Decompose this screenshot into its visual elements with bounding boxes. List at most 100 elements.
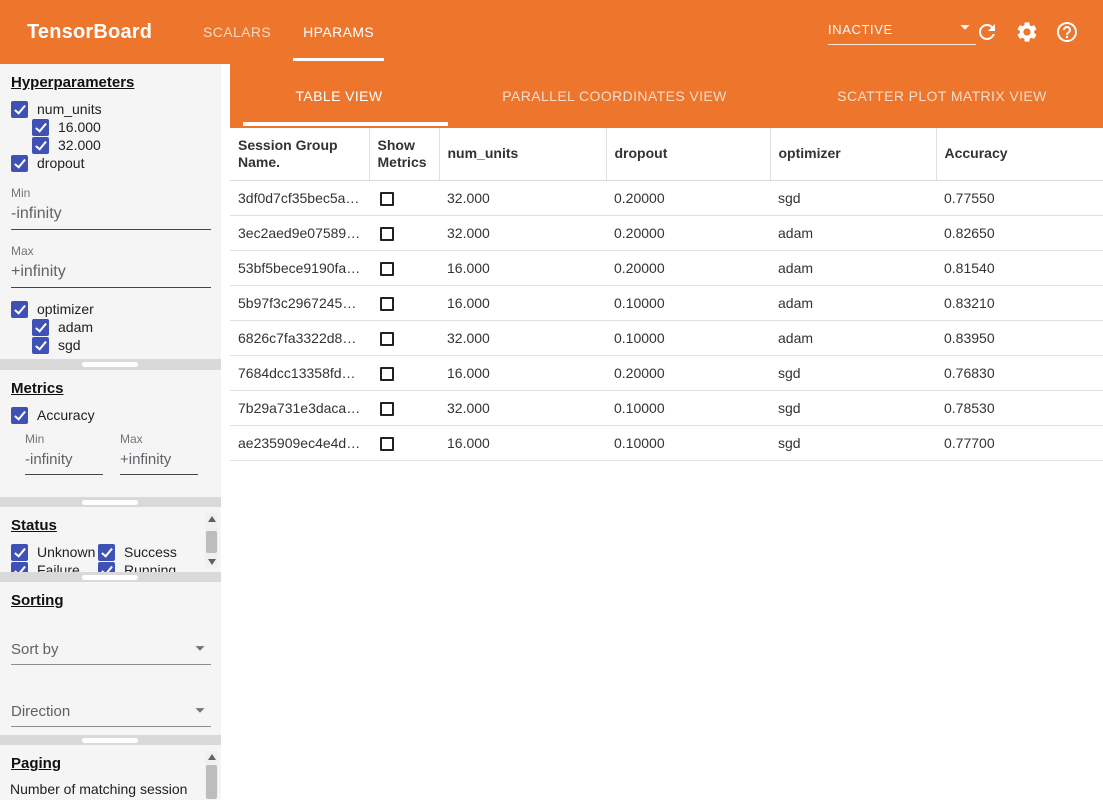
min-input[interactable]: -infinity: [25, 446, 103, 475]
checkbox-label: Running: [124, 562, 176, 572]
paging-scrollbar[interactable]: [205, 751, 218, 796]
show-metrics-checkbox[interactable]: [380, 402, 394, 416]
view-tab[interactable]: TABLE VIEW: [230, 64, 448, 128]
checked-checkbox[interactable]: [32, 119, 49, 136]
column-header[interactable]: Session Group Name.: [230, 128, 369, 180]
hyperparameter-item: num_units: [11, 100, 211, 118]
refresh-icon[interactable]: [975, 20, 999, 44]
status-scrollbar[interactable]: [205, 513, 218, 568]
sorting-heading: Sorting: [11, 592, 211, 609]
show-metrics-checkbox[interactable]: [380, 227, 394, 241]
optimizer-cell: adam: [770, 250, 936, 285]
checked-checkbox[interactable]: [98, 562, 115, 573]
table-row: 5b97f3c2967245b… 16.000 0.10000 adam 0.8…: [230, 285, 1103, 320]
scroll-up-icon[interactable]: [208, 754, 216, 760]
checked-checkbox[interactable]: [11, 562, 28, 573]
view-tab[interactable]: SCATTER PLOT MATRIX VIEW: [781, 64, 1103, 128]
checkbox-label: optimizer: [37, 301, 94, 317]
checked-checkbox[interactable]: [11, 101, 28, 118]
show-metrics-checkbox[interactable]: [380, 332, 394, 346]
checked-checkbox[interactable]: [98, 544, 115, 561]
dropout-cell: 0.20000: [606, 355, 770, 390]
show-metrics-checkbox[interactable]: [380, 262, 394, 276]
matching-groups-text: Number of matching session groups: 8: [10, 781, 195, 800]
checked-checkbox[interactable]: [32, 137, 49, 154]
accuracy-cell: 0.77700: [936, 425, 1103, 460]
table-body: 3df0d7cf35bec5a… 32.000 0.20000 sgd 0.77…: [230, 180, 1103, 460]
checked-checkbox[interactable]: [32, 337, 49, 354]
toolbar-actions: [975, 20, 1079, 44]
optimizer-cell: sgd: [770, 355, 936, 390]
direction-dropdown[interactable]: Direction: [11, 697, 211, 727]
sidebar-gutter: [221, 64, 230, 800]
nav-tab[interactable]: SCALARS: [187, 0, 287, 64]
hyperparameter-item: dropout: [11, 154, 211, 172]
table-header-row: Session Group Name. Show Metrics num_uni…: [230, 128, 1103, 180]
checked-checkbox[interactable]: [32, 319, 49, 336]
table-row: 7b29a731e3daca… 32.000 0.10000 sgd 0.785…: [230, 390, 1103, 425]
show-metrics-checkbox[interactable]: [380, 192, 394, 206]
paging-section: Paging Number of matching session groups…: [0, 745, 221, 800]
column-header[interactable]: dropout: [606, 128, 770, 180]
session-group-name: 53bf5bece9190fa…: [230, 250, 369, 285]
caret-down-icon: [954, 16, 976, 43]
status-heading: Status: [11, 517, 211, 534]
section-resize-handle[interactable]: [82, 738, 138, 743]
scroll-up-icon[interactable]: [208, 516, 216, 522]
max-input[interactable]: +infinity: [11, 258, 211, 288]
optimizer-cell: sgd: [770, 390, 936, 425]
main-content: TABLE VIEW PARALLEL COORDINATES VIEW SCA…: [230, 64, 1103, 800]
column-header[interactable]: Accuracy: [936, 128, 1103, 180]
max-label: Max: [120, 432, 197, 446]
scrollbar-thumb[interactable]: [206, 531, 217, 553]
table-row: 6826c7fa3322d82… 32.000 0.10000 adam 0.8…: [230, 320, 1103, 355]
show-metrics-checkbox[interactable]: [380, 437, 394, 451]
num-units-cell: 16.000: [439, 250, 606, 285]
checked-checkbox[interactable]: [11, 301, 28, 318]
caret-down-icon: [189, 699, 211, 725]
checkbox-label: sgd: [58, 337, 81, 353]
view-tab[interactable]: PARALLEL COORDINATES VIEW: [448, 64, 781, 128]
session-group-name: 7684dcc13358fd0…: [230, 355, 369, 390]
accuracy-cell: 0.83950: [936, 320, 1103, 355]
status-dropdown[interactable]: INACTIVE: [828, 15, 976, 45]
checkbox-label: Unknown: [37, 544, 95, 560]
accuracy-cell: 0.83210: [936, 285, 1103, 320]
hyperparameter-item: adam: [32, 318, 211, 336]
column-header[interactable]: optimizer: [770, 128, 936, 180]
dropout-cell: 0.10000: [606, 425, 770, 460]
min-label: Min: [25, 432, 102, 446]
column-header[interactable]: Show Metrics: [369, 128, 439, 180]
min-label: Min: [11, 186, 211, 200]
metrics-section: Metrics Accuracy Min -infinity Max +infi…: [0, 370, 221, 497]
show-metrics-cell: [369, 285, 439, 320]
sort-by-label: Sort by: [11, 641, 59, 658]
session-group-name: 6826c7fa3322d82…: [230, 320, 369, 355]
show-metrics-checkbox[interactable]: [380, 297, 394, 311]
column-header[interactable]: num_units: [439, 128, 606, 180]
show-metrics-checkbox[interactable]: [380, 367, 394, 381]
session-groups-table: Session Group Name. Show Metrics num_uni…: [230, 128, 1103, 461]
show-metrics-cell: [369, 215, 439, 250]
metric-item: Accuracy: [11, 406, 211, 424]
checked-checkbox[interactable]: [11, 155, 28, 172]
sort-by-dropdown[interactable]: Sort by: [11, 635, 211, 665]
min-input[interactable]: -infinity: [11, 200, 211, 230]
settings-icon[interactable]: [1015, 20, 1039, 44]
max-input[interactable]: +infinity: [120, 446, 198, 475]
checked-checkbox[interactable]: [11, 407, 28, 424]
scroll-down-icon[interactable]: [208, 559, 216, 565]
nav-tab[interactable]: HPARAMS: [287, 0, 390, 64]
nav-tab-label: SCALARS: [203, 24, 271, 40]
checkbox-label: adam: [58, 319, 93, 335]
table-row: 3df0d7cf35bec5a… 32.000 0.20000 sgd 0.77…: [230, 180, 1103, 215]
status-item: Unknown: [11, 543, 97, 561]
section-resize-handle[interactable]: [82, 362, 138, 367]
checked-checkbox[interactable]: [11, 544, 28, 561]
section-resize-handle[interactable]: [82, 500, 138, 505]
scrollbar-thumb[interactable]: [206, 765, 217, 799]
hyperparameter-item: sgd: [32, 336, 211, 354]
checkbox-label: num_units: [37, 101, 102, 117]
section-resize-handle[interactable]: [82, 575, 138, 580]
help-icon[interactable]: [1055, 20, 1079, 44]
